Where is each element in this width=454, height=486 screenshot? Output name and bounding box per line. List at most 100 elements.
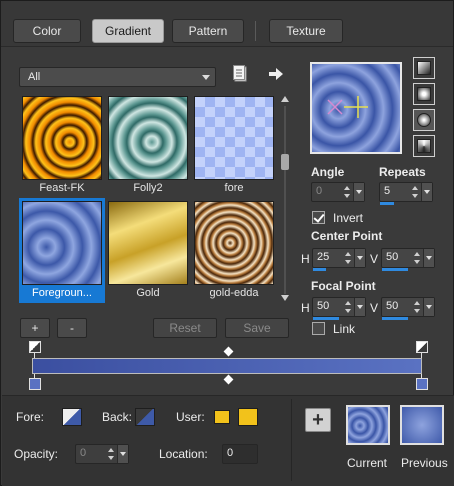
end-color-stop-top[interactable] <box>416 341 428 353</box>
tab-pattern[interactable]: Pattern <box>172 19 244 43</box>
remove-gradient-button[interactable]: - <box>57 318 87 338</box>
tab-texture[interactable]: Texture <box>269 19 343 43</box>
opacity-stepper-icon[interactable] <box>106 445 116 463</box>
focal-h-level-bar <box>313 317 339 320</box>
center-point-label: Center Point <box>311 229 383 243</box>
gradient-preview[interactable] <box>310 62 402 154</box>
center-v-value: 50 <box>386 251 399 263</box>
center-h-value: 25 <box>317 251 330 263</box>
scroll-up-icon[interactable] <box>281 96 289 102</box>
gradient-name: gold-edda <box>209 287 259 299</box>
panel-divider <box>291 399 292 481</box>
opacity-spinner[interactable]: 0 <box>75 444 129 464</box>
focal-point-label: Focal Point <box>311 279 376 293</box>
gradient-name: Folly2 <box>133 182 163 194</box>
back-label: Back: <box>102 410 133 424</box>
scroll-track[interactable] <box>284 106 286 294</box>
midpoint-marker-top[interactable] <box>223 346 234 357</box>
repeats-label: Repeats <box>379 165 426 179</box>
center-focal-crosshair-icon[interactable] <box>322 96 372 120</box>
center-v-dropdown-icon[interactable] <box>423 249 434 267</box>
add-to-swatches-button[interactable]: + <box>305 408 331 432</box>
start-color-stop-bottom[interactable] <box>29 378 41 390</box>
user-label: User: <box>176 410 205 424</box>
angle-dropdown-icon[interactable] <box>353 183 364 201</box>
focal-h-stepper-icon[interactable] <box>343 298 353 316</box>
gradient-tile-folly2[interactable]: Folly2 <box>105 93 191 198</box>
previous-material-swatch[interactable] <box>400 405 444 445</box>
fore-label: Fore: <box>16 410 45 424</box>
sunburst-style-icon[interactable] <box>413 109 435 131</box>
center-v-spinner[interactable]: 50 <box>381 248 435 271</box>
opacity-value: 0 <box>80 447 87 459</box>
radial-style-icon[interactable] <box>413 135 435 157</box>
gradient-thumbnail <box>108 201 188 285</box>
linear-style-icon[interactable] <box>413 57 435 79</box>
category-dropdown-value: All <box>28 71 41 83</box>
arrow-right-icon[interactable] <box>268 67 284 81</box>
focal-v-dropdown-icon[interactable] <box>423 298 434 316</box>
angle-spinner[interactable]: 0 <box>311 182 365 202</box>
rectangular-style-icon[interactable] <box>413 83 435 105</box>
focal-h-dropdown-icon[interactable] <box>354 298 365 316</box>
gradient-name: Feast-FK <box>39 182 85 194</box>
center-h-dropdown-icon[interactable] <box>354 249 365 267</box>
angle-stepper-icon[interactable] <box>342 183 352 201</box>
gradient-thumbnail <box>22 96 102 180</box>
invert-checkbox[interactable] <box>312 211 325 224</box>
focal-v-stepper-icon[interactable] <box>412 298 422 316</box>
tab-gradient[interactable]: Gradient <box>92 19 164 43</box>
gradient-tile-feast-fk[interactable]: Feast-FK <box>19 93 105 198</box>
user-swatch-small[interactable] <box>214 410 230 424</box>
center-h-level-bar <box>313 268 326 271</box>
add-gradient-button[interactable]: + <box>20 318 50 338</box>
gradient-tile-foreground[interactable]: Foregroun... <box>19 198 105 303</box>
tab-divider <box>255 21 256 41</box>
previous-label: Previous <box>401 456 448 470</box>
gradient-name: fore <box>224 182 244 194</box>
scroll-down-icon[interactable] <box>281 295 289 301</box>
category-dropdown[interactable]: All <box>19 67 216 87</box>
end-color-stop-bottom[interactable] <box>416 378 428 390</box>
focal-h-spinner[interactable]: 50 <box>312 297 366 320</box>
center-v-level-bar <box>382 268 408 271</box>
center-h-spinner[interactable]: 25 <box>312 248 366 271</box>
focal-h-value: 50 <box>317 300 330 312</box>
chevron-down-icon <box>202 75 210 80</box>
tab-bar: Color Gradient Pattern Texture <box>1 1 453 47</box>
reset-button[interactable]: Reset <box>153 318 217 338</box>
gradient-thumbnail <box>194 201 274 285</box>
user-swatch[interactable] <box>238 408 258 426</box>
scroll-thumb[interactable] <box>281 154 289 170</box>
opacity-dropdown-icon[interactable] <box>117 445 128 463</box>
gradient-tile-fore[interactable]: fore <box>191 93 277 198</box>
focal-v-spinner[interactable]: 50 <box>381 297 435 320</box>
fore-swatch[interactable] <box>62 408 82 426</box>
back-swatch[interactable] <box>135 408 155 426</box>
gradient-list-scrollbar[interactable] <box>279 96 291 301</box>
material-properties-dialog: Color Gradient Pattern Texture All Feast… <box>0 0 454 486</box>
repeats-value: 5 <box>384 185 391 197</box>
focal-v-label: V <box>370 301 379 315</box>
tab-color[interactable]: Color <box>13 19 81 43</box>
center-h-stepper-icon[interactable] <box>343 249 353 267</box>
angle-value: 0 <box>316 185 323 197</box>
center-v-stepper-icon[interactable] <box>412 249 422 267</box>
gradient-editor-bar[interactable] <box>32 358 422 374</box>
focal-v-value: 50 <box>386 300 399 312</box>
center-h-label: H <box>301 252 310 266</box>
repeats-dropdown-icon[interactable] <box>421 183 432 201</box>
gradient-library-icon[interactable] <box>233 65 249 83</box>
location-field[interactable]: 0 <box>222 444 258 464</box>
repeats-spinner[interactable]: 5 <box>379 182 433 205</box>
repeats-stepper-icon[interactable] <box>410 183 420 201</box>
gradient-tile-gold[interactable]: Gold <box>105 198 191 303</box>
repeats-level-bar <box>380 202 394 205</box>
link-checkbox[interactable] <box>312 322 325 335</box>
save-button[interactable]: Save <box>225 318 289 338</box>
midpoint-marker-bottom[interactable] <box>223 374 234 385</box>
location-value: 0 <box>227 447 234 459</box>
gradient-tile-gold-edda[interactable]: gold-edda <box>191 198 277 303</box>
start-color-stop-top[interactable] <box>29 341 41 353</box>
gradient-name: Gold <box>136 287 160 299</box>
